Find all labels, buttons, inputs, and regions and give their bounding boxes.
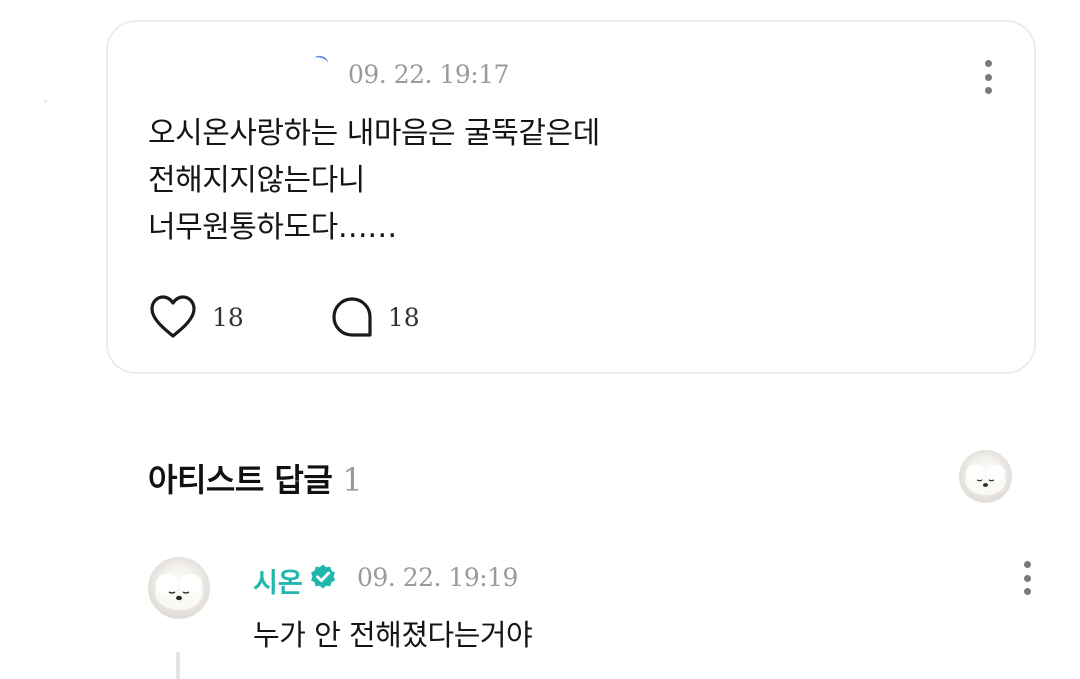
- post-line: 오시온사랑하는 내마음은 굴뚝같은데: [148, 116, 600, 151]
- more-dot-icon: [984, 73, 992, 81]
- artist-avatar-filter[interactable]: [959, 450, 1012, 503]
- reply-text: 누가 안 전해졌다는거야: [253, 618, 533, 652]
- dog-avatar-icon: [155, 574, 203, 610]
- heart-icon: [148, 294, 198, 340]
- more-dot-icon: [984, 60, 992, 67]
- more-dot-icon: [1023, 588, 1031, 595]
- thread-line: [176, 652, 180, 679]
- reply-author-label: 시온: [253, 568, 303, 599]
- comment-button[interactable]: 18: [330, 295, 420, 339]
- reply-author-avatar[interactable]: [148, 557, 210, 619]
- post-line: 전해지지않는다니: [148, 163, 365, 198]
- reply-author-name[interactable]: 시온: [253, 561, 337, 600]
- post-content: 오시온사랑하는 내마음은 굴뚝같은데 전해지지않는다니 너무원통하도다……: [148, 110, 600, 251]
- post-more-button[interactable]: [982, 60, 994, 94]
- post-actions: 18 18: [148, 294, 420, 340]
- faint-mark: [44, 100, 47, 103]
- comment-count: 18: [387, 302, 420, 332]
- more-dot-icon: [1023, 574, 1031, 582]
- post-card: 09. 22. 19:17 오시온사랑하는 내마음은 굴뚝같은데 전해지지않는다…: [106, 20, 1036, 374]
- post-line: 너무원통하도다……: [148, 210, 397, 245]
- dog-avatar-icon: [965, 464, 1006, 496]
- more-dot-icon: [1023, 561, 1031, 568]
- verified-badge-icon: [309, 563, 337, 598]
- reply-more-button[interactable]: [1021, 561, 1033, 595]
- author-mark: [312, 53, 330, 69]
- like-button[interactable]: 18: [148, 294, 244, 340]
- reply-timestamp: 09. 22. 19:19: [357, 563, 518, 592]
- artist-replies-label: 아티스트 답글: [148, 461, 333, 499]
- artist-replies-count: 1: [342, 461, 363, 499]
- comment-bubble-icon: [330, 295, 374, 339]
- post-timestamp: 09. 22. 19:17: [348, 60, 509, 89]
- like-count: 18: [212, 302, 244, 332]
- artist-replies-title: 아티스트 답글 1: [148, 455, 363, 501]
- more-dot-icon: [984, 87, 992, 94]
